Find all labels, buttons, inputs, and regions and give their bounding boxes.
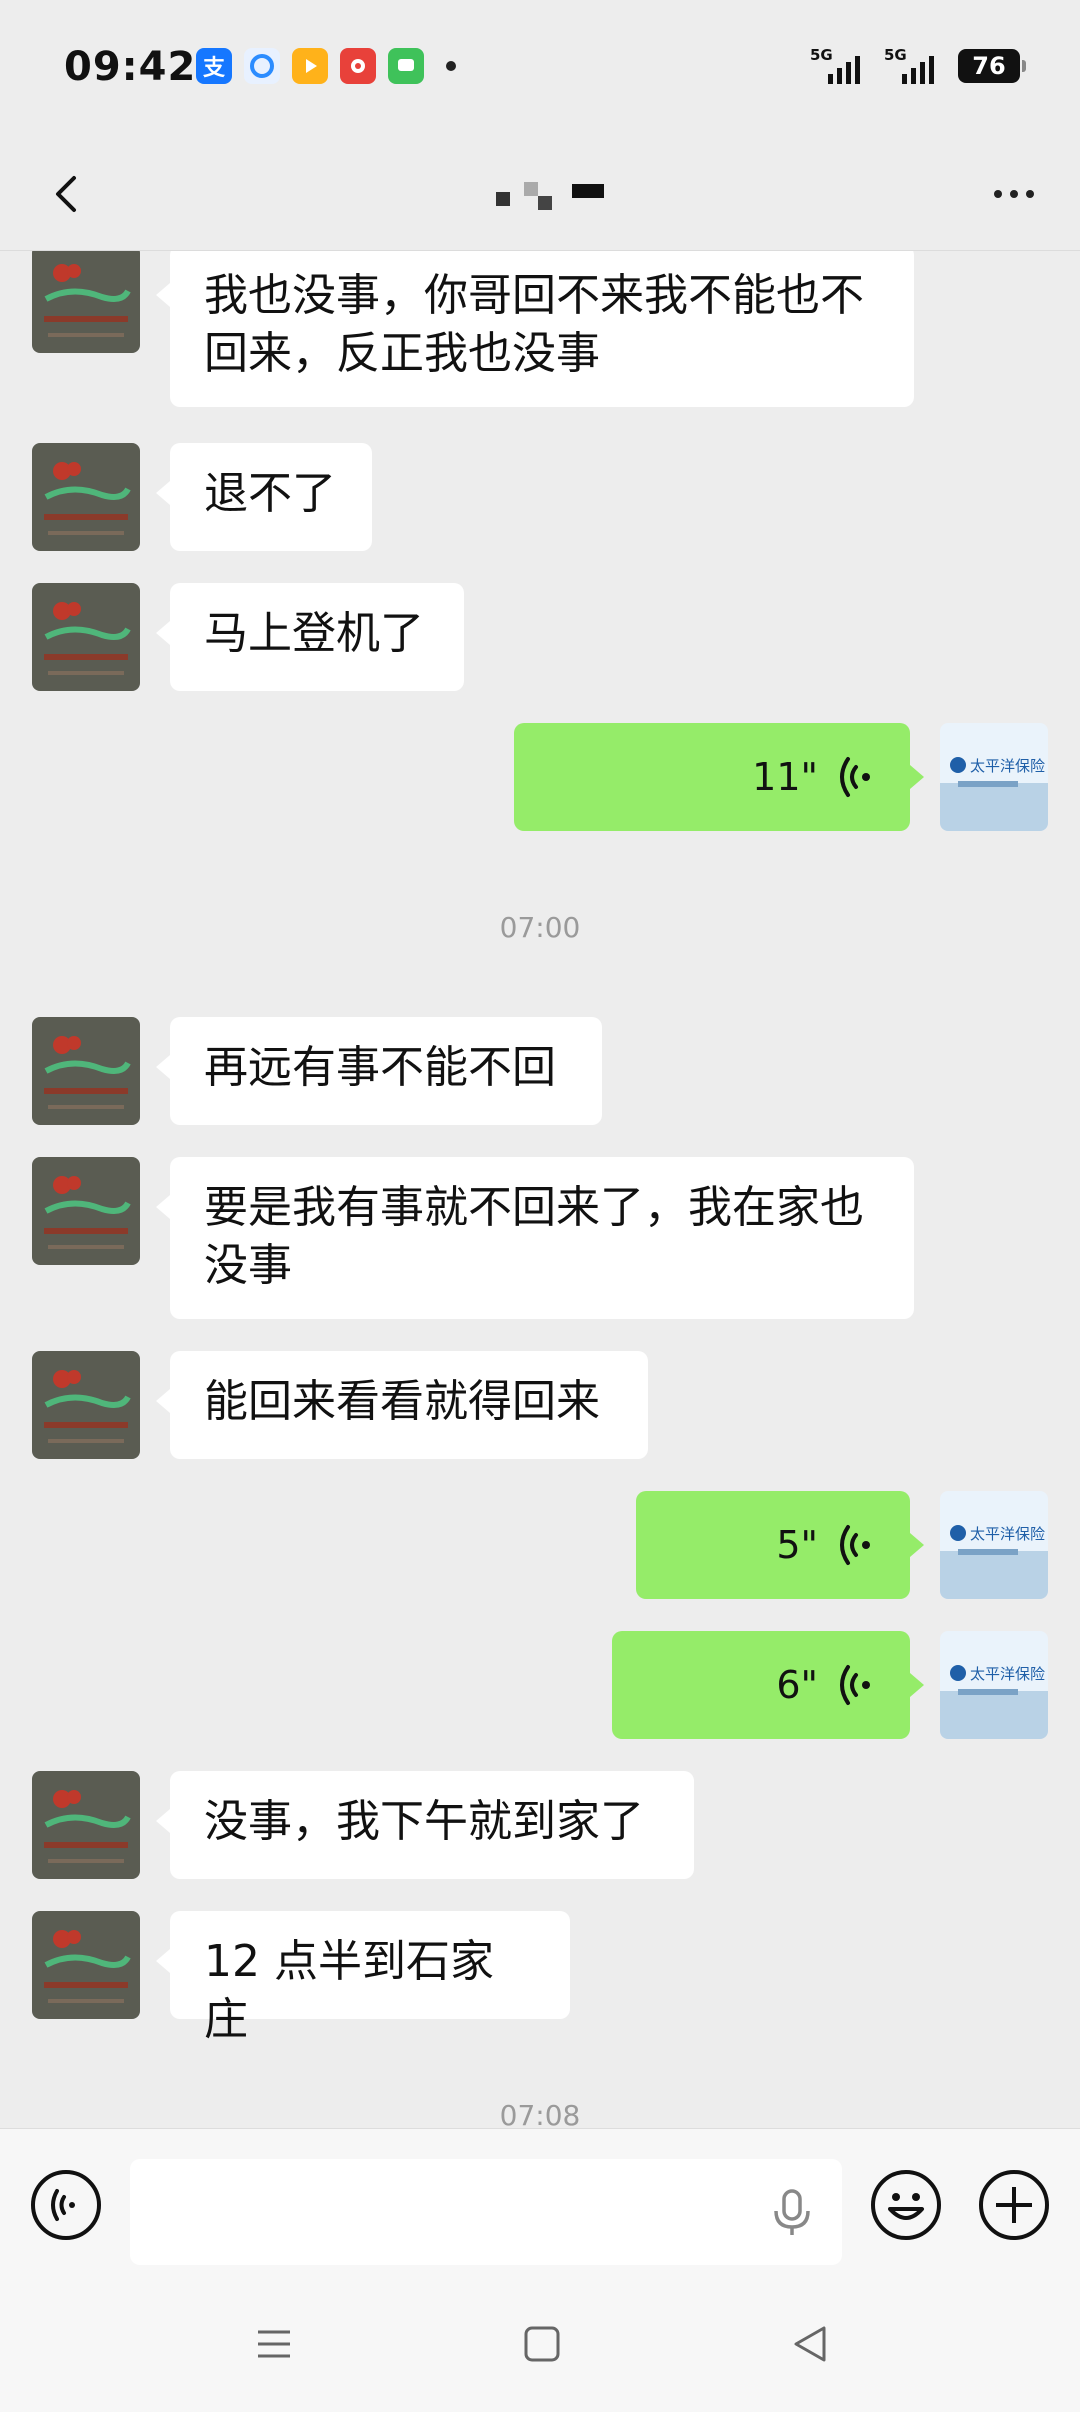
my-avatar[interactable]: 太平洋保险 [940,1491,1048,1599]
voice-wave-icon [840,1525,870,1565]
plus-icon [979,2170,1049,2240]
contact-avatar[interactable] [32,1157,140,1265]
contact-avatar[interactable] [32,1911,140,2019]
redacted-title-mask [496,182,604,210]
battery-icon: 76 [958,49,1026,83]
my-avatar[interactable]: 太平洋保险 [940,1631,1048,1739]
voice-mode-icon [31,2170,101,2240]
system-navigation-bar [0,2284,1080,2412]
timestamp: 07:08 [499,2099,581,2127]
voice-duration: 6" [776,1663,818,1707]
message-bubble[interactable]: 马上登机了 [156,583,464,691]
shopping-app-icon [340,48,376,84]
home-button[interactable] [518,2320,566,2368]
more-dot [1010,190,1018,198]
signal-5g-icon: 5G [810,46,866,86]
square-home-icon [524,2326,560,2362]
microphone-icon [774,2189,810,2235]
voice-duration: 11" [752,755,818,799]
notification-icons: 支 [196,48,456,84]
message-list[interactable]: 我也没事，你哥回不来我不能也不回来，反正我也没事 退不了 马上登机了 11" 太… [0,251,1080,2127]
back-nav-button[interactable] [786,2320,834,2368]
triangle-back-icon [794,2326,826,2362]
contact-avatar[interactable] [32,1017,140,1125]
emoji-button[interactable] [870,2169,942,2241]
chat-title [490,170,610,220]
menu-icon [258,2330,290,2358]
more-dot [1026,190,1034,198]
message-bubble[interactable]: 要是我有事就不回来了，我在家也没事 [156,1157,914,1319]
voice-wave-icon [840,1665,870,1705]
message-bubble[interactable]: 能回来看看就得回来 [156,1351,648,1459]
contact-avatar[interactable] [32,251,140,353]
chat-header [0,140,1080,251]
status-indicators: 5G 5G 76 [810,46,1026,86]
voice-wave-icon [840,757,870,797]
timestamp: 07:00 [499,911,581,944]
status-time: 09:42 [64,44,197,90]
browser-icon [244,48,280,84]
contact-avatar[interactable] [32,583,140,691]
add-attachment-button[interactable] [978,2169,1050,2241]
video-app-icon [292,48,328,84]
contact-avatar[interactable] [32,443,140,551]
microphone-button[interactable] [768,2187,816,2239]
more-options-button[interactable] [984,164,1044,224]
message-bubble[interactable]: 没事，我下午就到家了 [156,1771,694,1879]
chat-input-bar [0,2128,1080,2285]
voice-mode-button[interactable] [30,2169,102,2241]
voice-message-bubble[interactable]: 11" [514,723,924,831]
message-bubble[interactable]: 我也没事，你哥回不来我不能也不回来，反正我也没事 [156,251,914,407]
recent-apps-button[interactable] [250,2320,298,2368]
chevron-left-icon [56,176,76,212]
more-dot [994,190,1002,198]
svg-text:太平洋保险: 太平洋保险 [970,1525,1045,1543]
svg-text:太平洋保险: 太平洋保险 [970,1665,1045,1683]
message-bubble[interactable]: 退不了 [156,443,372,551]
signal-5g-icon: 5G [884,46,940,86]
contact-avatar[interactable] [32,1771,140,1879]
message-bubble[interactable]: 12 点半到石家庄 [156,1911,570,2045]
voice-message-bubble[interactable]: 5" [636,1491,924,1599]
status-bar: 09:42 支 5G 5G 76 [0,0,1080,140]
messages-app-icon [388,48,424,84]
voice-message-bubble[interactable]: 6" [612,1631,924,1739]
alipay-icon: 支 [196,48,232,84]
voice-duration: 5" [776,1523,818,1567]
svg-text:太平洋保险: 太平洋保险 [970,757,1045,775]
message-bubble[interactable]: 再远有事不能不回 [156,1017,602,1125]
back-button[interactable] [40,164,100,224]
message-input[interactable] [130,2159,842,2265]
emoji-icon [871,2170,941,2240]
contact-avatar[interactable] [32,1351,140,1459]
more-notifications-dot [446,61,456,71]
my-avatar[interactable]: 太平洋保险 [940,723,1048,831]
